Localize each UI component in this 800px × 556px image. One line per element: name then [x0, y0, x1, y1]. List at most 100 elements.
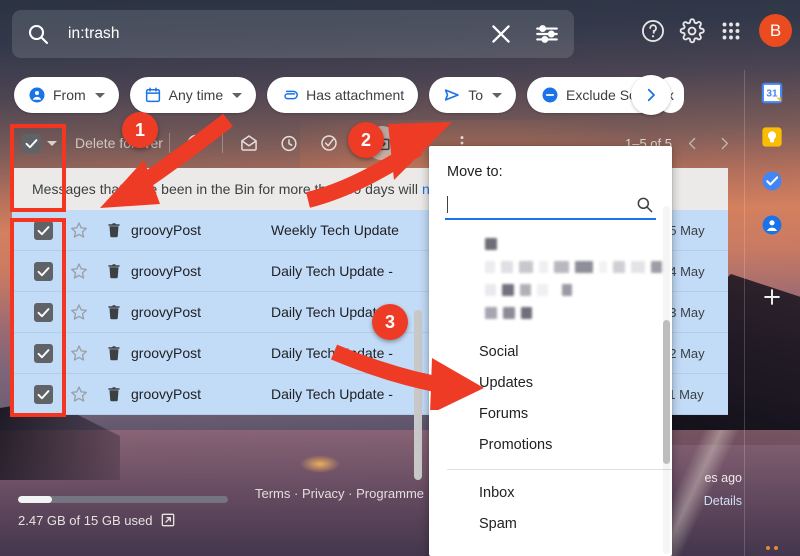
menu-item-label: Inbox: [479, 484, 515, 501]
avatar[interactable]: B: [759, 14, 792, 47]
row-sender: groovyPost: [131, 263, 202, 279]
gmail-window: in:trash B From Any time Has attachment …: [0, 0, 800, 556]
report-spam-icon[interactable]: [179, 126, 213, 160]
last-activity-text: es ago: [704, 470, 742, 485]
keep-icon[interactable]: [761, 126, 783, 148]
menu-item-spam[interactable]: Spam: [429, 508, 672, 539]
chevron-right-icon[interactable]: [630, 75, 671, 115]
trash-icon: [105, 385, 123, 403]
chevron-down-icon: [94, 92, 105, 98]
rail-divider: [744, 70, 745, 556]
help-icon[interactable]: [640, 18, 666, 44]
storage-used-label: 2.47 GB of 15 GB used: [18, 512, 153, 528]
filter-chips: From Any time Has attachment To Exclude …: [14, 75, 684, 115]
delete-forever-button[interactable]: Delete forever: [75, 135, 163, 151]
calendar-icon: [144, 86, 162, 104]
header-actions: B: [640, 14, 792, 47]
menu-item-forums[interactable]: Forums: [429, 398, 672, 429]
trash-icon: [105, 221, 123, 239]
chip-to[interactable]: To: [429, 77, 516, 113]
trash-icon: [105, 344, 123, 362]
prev-page-button[interactable]: [676, 127, 708, 159]
attachment-icon: [281, 86, 299, 104]
menu-item-label: Social: [479, 343, 519, 360]
menu-scrollbar-thumb[interactable]: [663, 320, 670, 464]
row-sender: groovyPost: [131, 222, 202, 238]
mark-unread-icon[interactable]: [232, 126, 266, 160]
chip-from[interactable]: From: [14, 77, 119, 113]
snooze-icon[interactable]: [272, 126, 306, 160]
next-page-button[interactable]: [708, 127, 740, 159]
menu-item-label: Promotions: [479, 436, 553, 453]
menu-divider: [447, 469, 672, 470]
row-sender: groovyPost: [131, 345, 202, 361]
chevron-down-icon: [492, 92, 502, 98]
details-link[interactable]: Details: [704, 490, 742, 514]
last-account-activity: es ago Details: [704, 467, 742, 515]
menu-search-field[interactable]: [445, 190, 656, 220]
redacted-item: [429, 261, 672, 273]
star-icon[interactable]: [69, 384, 89, 404]
gear-icon[interactable]: [679, 17, 705, 44]
close-icon[interactable]: [488, 21, 514, 47]
chip-label: From: [53, 87, 86, 103]
chip-label: Has attachment: [306, 87, 405, 103]
wallpaper-glow: [300, 455, 340, 473]
star-icon[interactable]: [69, 343, 89, 363]
row-sender: groovyPost: [131, 386, 202, 402]
tasks-icon[interactable]: [761, 170, 783, 192]
annotation-highlight-checkboxes: [10, 218, 66, 417]
menu-item-inbox[interactable]: Inbox: [429, 477, 672, 508]
menu-item-promotions[interactable]: Promotions: [429, 429, 672, 460]
banner-text: Messages that have been in the Bin for m…: [32, 181, 418, 197]
search-input[interactable]: in:trash: [68, 25, 488, 43]
list-scrollbar[interactable]: [414, 310, 422, 480]
chip-any-time[interactable]: Any time: [129, 77, 257, 113]
storage-progress-bar: [18, 496, 228, 503]
minus-circle-icon: [541, 86, 559, 104]
row-sender: groovyPost: [131, 304, 202, 320]
redacted-item: [429, 284, 672, 296]
redacted-item: [429, 307, 672, 319]
chip-label: Any time: [168, 87, 224, 103]
legal-text[interactable]: Terms · Privacy · Programme: [255, 486, 424, 501]
menu-title: Move to:: [447, 164, 503, 180]
text-cursor: [447, 195, 448, 213]
star-icon[interactable]: [69, 302, 89, 322]
rail-indicator-dots: [766, 546, 778, 550]
svg-text:31: 31: [766, 89, 778, 100]
trash-icon: [105, 303, 123, 321]
star-icon[interactable]: [69, 261, 89, 281]
annotation-highlight-select-all: [10, 124, 66, 212]
storage-section: 2.47 GB of 15 GB used: [18, 496, 278, 528]
toolbar-divider: [221, 133, 223, 153]
chevron-down-icon: [232, 92, 243, 98]
chip-label: To: [468, 87, 483, 103]
external-link-icon[interactable]: [160, 512, 176, 528]
menu-item-updates[interactable]: Updates: [429, 367, 672, 398]
menu-item-social[interactable]: Social: [429, 336, 672, 367]
search-icon: [635, 195, 654, 214]
legal-links: Terms · Privacy · Programme: [255, 486, 424, 501]
mark-read-icon[interactable]: [312, 126, 346, 160]
apps-grid-icon[interactable]: [718, 18, 744, 44]
menu-item-label: Spam: [479, 515, 517, 532]
move-to-icon[interactable]: [364, 126, 399, 160]
search-options-icon[interactable]: [534, 21, 560, 47]
plus-icon[interactable]: [761, 286, 783, 313]
calendar-icon[interactable]: 31: [761, 82, 783, 104]
search-icon: [26, 22, 50, 46]
redacted-label-list: [429, 220, 672, 336]
contacts-icon[interactable]: [761, 214, 783, 236]
toolbar-divider: [354, 133, 356, 153]
side-panel: 31: [744, 70, 800, 556]
move-to-menu: Move to: Social Updates Forums Promotion…: [429, 146, 672, 556]
chip-has-attachment[interactable]: Has attachment: [267, 77, 419, 113]
search-bar[interactable]: in:trash: [12, 10, 574, 58]
toolbar-divider: [168, 133, 170, 153]
trash-icon: [105, 262, 123, 280]
menu-item-label: Updates: [479, 374, 534, 391]
star-icon[interactable]: [69, 220, 89, 240]
menu-item-label: Forums: [479, 405, 529, 422]
redacted-item: [429, 238, 672, 250]
